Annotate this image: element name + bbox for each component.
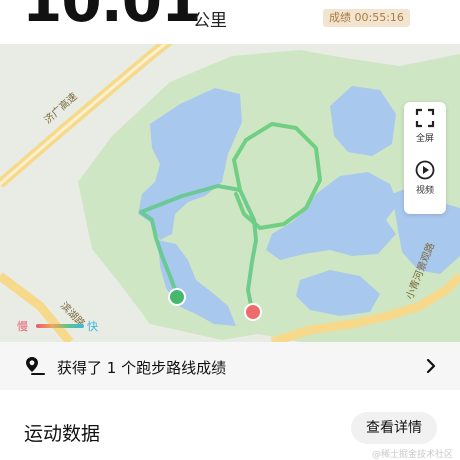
view-details-button[interactable]: 查看详情 [351, 412, 437, 444]
start-marker [168, 288, 186, 306]
distance-unit: 公里 [193, 11, 227, 31]
map-controls: 全屏 视频 [404, 102, 446, 214]
legend-slow-label: 慢 [17, 320, 28, 333]
watermark: @稀土掘金技术社区 [372, 450, 454, 460]
stats-section-title: 运动数据 [24, 423, 101, 445]
route-pin-icon [26, 357, 45, 375]
header: 10.01 公里 成绩 00:55:16 [0, 0, 460, 44]
route-achievement-text: 获得了 1 个跑步路线成绩 [57, 359, 227, 377]
pace-gradient-bar [36, 324, 84, 328]
legend-fast-label: 快 [87, 320, 98, 333]
chevron-right-icon [426, 358, 436, 374]
map-canvas: 济广高速 滨湖路 小青河景观路 [0, 44, 460, 342]
route-map[interactable]: 济广高速 滨湖路 小青河景观路 全屏 视频 慢 快 [0, 44, 460, 342]
video-label: 视频 [415, 186, 434, 196]
score-badge: 成绩 00:55:16 [323, 9, 410, 27]
video-button[interactable]: 视频 [404, 160, 446, 212]
distance-value: 10.01 [22, 0, 201, 35]
route-achievement-banner[interactable]: 获得了 1 个跑步路线成绩 [0, 342, 460, 390]
end-marker [244, 303, 262, 321]
fullscreen-button[interactable]: 全屏 [404, 108, 446, 160]
fullscreen-icon [415, 108, 435, 128]
play-icon [415, 160, 435, 180]
fullscreen-label: 全屏 [415, 134, 434, 144]
